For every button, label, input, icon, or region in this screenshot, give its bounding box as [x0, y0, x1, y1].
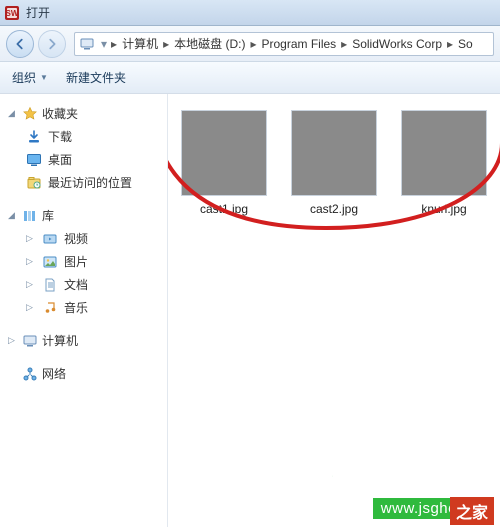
- library-icon: [22, 208, 38, 224]
- sidebar-group-libraries: ◢ 库 ▷ 视频 ▷ 图片 ▷ 文档: [6, 204, 161, 319]
- file-item[interactable]: knurl.jpg: [398, 110, 490, 216]
- network-label: 网络: [42, 365, 66, 382]
- chevron-down-icon[interactable]: ▾: [101, 37, 107, 51]
- sidebar-item-label: 音乐: [64, 299, 88, 316]
- picture-icon: [42, 254, 58, 270]
- sidebar-item-downloads[interactable]: 下载: [24, 125, 161, 148]
- file-item[interactable]: cast1.jpg: [178, 110, 270, 216]
- arrow-left-icon: [13, 37, 27, 51]
- video-icon: [42, 231, 58, 247]
- breadcrumb[interactable]: ▾ ▸ 计算机 ▸ 本地磁盘 (D:) ▸ Program Files ▸ So…: [74, 32, 494, 56]
- star-icon: [22, 106, 38, 122]
- network-icon: [22, 366, 38, 382]
- sidebar-item-videos[interactable]: ▷ 视频: [24, 227, 161, 250]
- breadcrumb-item[interactable]: SolidWorks Corp: [349, 35, 445, 53]
- breadcrumb-separator: ▸: [341, 37, 347, 51]
- sidebar-group-favorites: ◢ 收藏夹 下载 桌面 最近访问的位置: [6, 102, 161, 194]
- computer-icon: [22, 333, 38, 349]
- download-icon: [26, 129, 42, 145]
- file-name: knurl.jpg: [421, 202, 466, 216]
- sidebar-item-label: 视频: [64, 230, 88, 247]
- computer-icon: [79, 36, 95, 52]
- libraries-label: 库: [42, 207, 54, 224]
- sidebar-item-label: 图片: [64, 253, 88, 270]
- breadcrumb-item[interactable]: Program Files: [258, 35, 339, 53]
- breadcrumb-item[interactable]: So: [455, 35, 476, 53]
- toolbar: 组织 ▼ 新建文件夹: [0, 62, 500, 94]
- window-title: 打开: [26, 4, 50, 21]
- nav-arrows: [6, 30, 66, 58]
- sidebar-item-recent[interactable]: 最近访问的位置: [24, 171, 161, 194]
- file-grid: cast1.jpg cast2.jpg knurl.jpg: [178, 110, 490, 216]
- file-name: cast2.jpg: [310, 202, 358, 216]
- svg-text:SW: SW: [6, 9, 19, 18]
- disclosure-triangle-icon: ◢: [8, 210, 18, 221]
- disclosure-triangle-icon: ▷: [26, 233, 36, 244]
- file-thumbnail: [291, 110, 377, 196]
- music-icon: [42, 300, 58, 316]
- breadcrumb-separator: ▸: [111, 37, 117, 51]
- disclosure-triangle-icon: ◢: [8, 108, 18, 119]
- arrow-right-icon: [45, 37, 59, 51]
- organize-button[interactable]: 组织 ▼: [12, 69, 48, 86]
- sidebar-item-pictures[interactable]: ▷ 图片: [24, 250, 161, 273]
- breadcrumb-item[interactable]: 本地磁盘 (D:): [171, 33, 248, 54]
- main: ◢ 收藏夹 下载 桌面 最近访问的位置: [0, 94, 500, 527]
- chevron-down-icon: ▼: [40, 73, 48, 82]
- app-icon: SW: [4, 5, 20, 21]
- sidebar-head-libraries[interactable]: ◢ 库: [6, 204, 161, 227]
- sidebar-item-music[interactable]: ▷ 音乐: [24, 296, 161, 319]
- file-name: cast1.jpg: [200, 202, 248, 216]
- favorites-label: 收藏夹: [42, 105, 78, 122]
- computer-label: 计算机: [42, 332, 78, 349]
- new-folder-label: 新建文件夹: [66, 69, 126, 86]
- titlebar: SW 打开: [0, 0, 500, 26]
- breadcrumb-item[interactable]: 计算机: [119, 33, 161, 54]
- organize-label: 组织: [12, 69, 36, 86]
- sidebar-item-label: 最近访问的位置: [48, 174, 132, 191]
- breadcrumb-separator: ▸: [447, 37, 453, 51]
- disclosure-triangle-icon: ▷: [26, 302, 36, 313]
- recent-icon: [26, 175, 42, 191]
- sidebar-head-computer[interactable]: ▷ 计算机: [6, 329, 161, 352]
- file-thumbnail: [401, 110, 487, 196]
- disclosure-triangle-icon: ▷: [26, 256, 36, 267]
- sidebar: ◢ 收藏夹 下载 桌面 最近访问的位置: [0, 94, 168, 527]
- sidebar-item-label: 桌面: [48, 151, 72, 168]
- back-button[interactable]: [6, 30, 34, 58]
- new-folder-button[interactable]: 新建文件夹: [66, 69, 126, 86]
- desktop-icon: [26, 152, 42, 168]
- sidebar-item-desktop[interactable]: 桌面: [24, 148, 161, 171]
- content-pane[interactable]: cast1.jpg cast2.jpg knurl.jpg: [168, 94, 500, 527]
- disclosure-triangle-icon: ▷: [26, 279, 36, 290]
- file-item[interactable]: cast2.jpg: [288, 110, 380, 216]
- sidebar-group-network: ▷ 网络: [6, 362, 161, 385]
- disclosure-triangle-icon: ▷: [8, 335, 18, 346]
- document-icon: [42, 277, 58, 293]
- forward-button[interactable]: [38, 30, 66, 58]
- sidebar-item-label: 文档: [64, 276, 88, 293]
- sidebar-head-favorites[interactable]: ◢ 收藏夹: [6, 102, 161, 125]
- sidebar-head-network[interactable]: ▷ 网络: [6, 362, 161, 385]
- breadcrumb-separator: ▸: [163, 37, 169, 51]
- breadcrumb-separator: ▸: [250, 37, 256, 51]
- navbar: ▾ ▸ 计算机 ▸ 本地磁盘 (D:) ▸ Program Files ▸ So…: [0, 26, 500, 62]
- sidebar-group-computer: ▷ 计算机: [6, 329, 161, 352]
- sidebar-item-label: 下载: [48, 128, 72, 145]
- sidebar-item-documents[interactable]: ▷ 文档: [24, 273, 161, 296]
- file-thumbnail: [181, 110, 267, 196]
